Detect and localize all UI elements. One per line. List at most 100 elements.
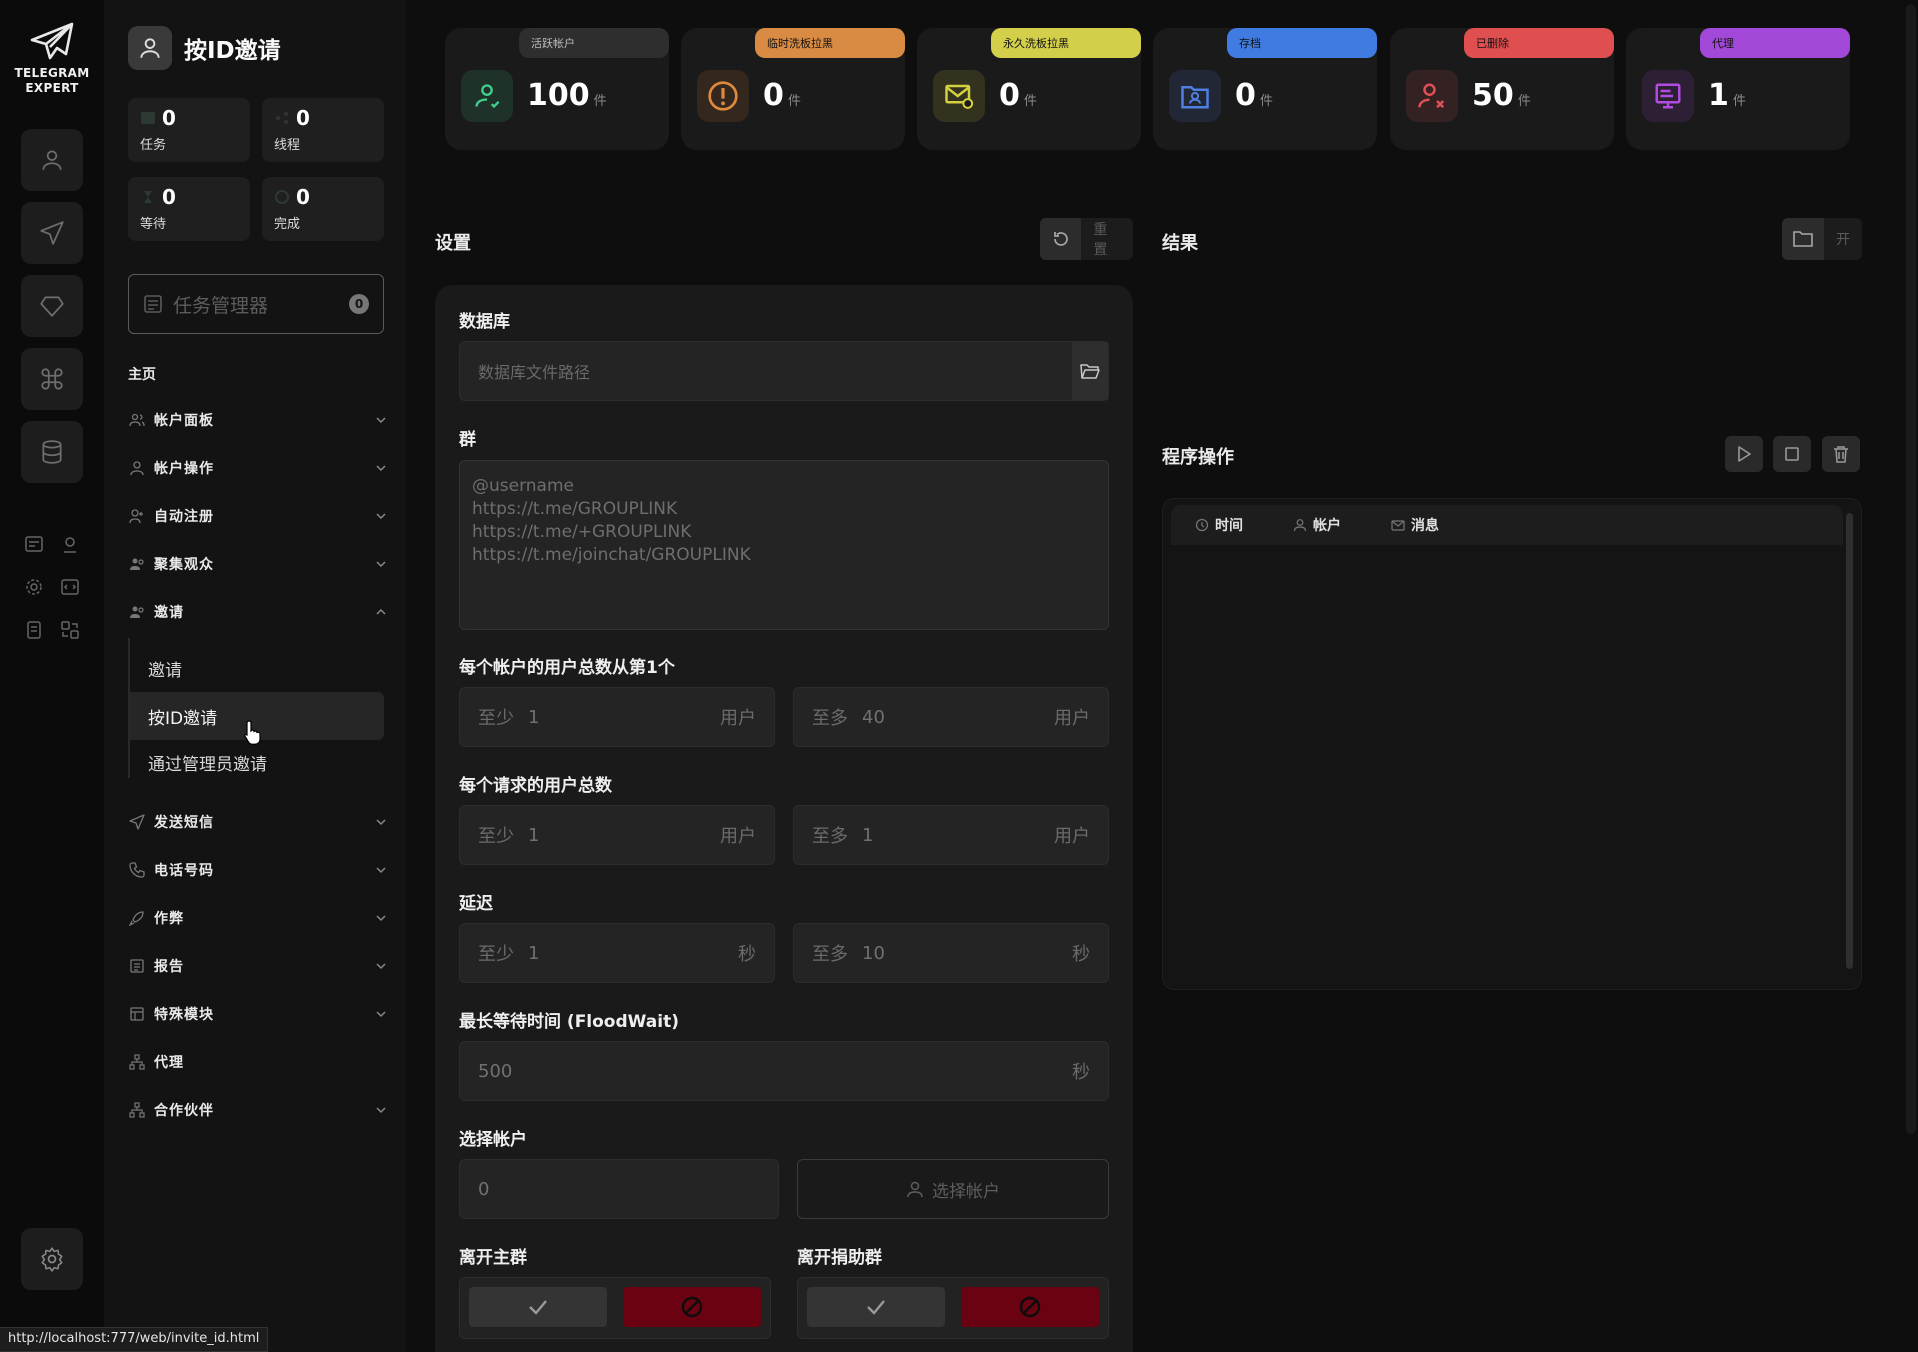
leave-main-no-button[interactable] — [623, 1287, 761, 1327]
rail-database-button[interactable] — [21, 421, 83, 483]
page-title: 按ID邀请 — [184, 38, 281, 64]
log-scrollbar[interactable] — [1846, 513, 1853, 969]
column-label: 时间 — [1215, 518, 1243, 534]
sub-item-invite[interactable]: 邀请 — [130, 644, 384, 692]
card-deleted[interactable]: 已删除 50 件 — [1390, 28, 1614, 150]
app-logo[interactable]: TELEGRAM EXPERT — [12, 22, 92, 96]
nav-item-reports[interactable]: 报告 — [128, 950, 388, 982]
column-account[interactable]: 帐户 — [1293, 515, 1341, 535]
nav-item-special-modules[interactable]: 特殊模块 — [128, 998, 388, 1030]
chevron-down-icon — [374, 1103, 388, 1117]
selected-accounts-count[interactable]: 0 — [459, 1159, 779, 1219]
chevron-down-icon — [374, 557, 388, 571]
card-tag: 代理 — [1700, 28, 1850, 58]
users-per-account-min-input[interactable]: 至少 1 用户 — [459, 687, 775, 747]
column-message[interactable]: 消息 — [1391, 515, 1439, 535]
rail-accounts-button[interactable] — [21, 129, 83, 191]
stat-label: 等待 — [140, 217, 167, 232]
card-active-accounts[interactable]: 活跃帐户 100 件 — [445, 28, 669, 150]
nav-label: 邀请 — [154, 605, 184, 621]
icon-rail: TELEGRAM EXPERT — [0, 0, 104, 1352]
column-label: 消息 — [1411, 518, 1439, 534]
chevron-down-icon — [374, 1007, 388, 1021]
sidebar: 按ID邀请 0 任务 0 线程 0 等待 0 完成 任务管理器 0 主页 帐户面… — [104, 0, 406, 1352]
users-per-request-min-input[interactable]: 至少 1 用户 — [459, 805, 775, 865]
nav-item-send-sms[interactable]: 发送短信 — [128, 806, 388, 838]
database-placeholder: 数据库文件路径 — [478, 363, 591, 382]
leave-donor-no-button[interactable] — [961, 1287, 1099, 1327]
mail-icon — [1391, 518, 1405, 532]
rail-premium-button[interactable] — [21, 275, 83, 337]
rail-mini-list-icon[interactable] — [21, 531, 47, 557]
rail-mini-code-icon[interactable] — [57, 574, 83, 600]
nav-item-proxy[interactable]: 代理 — [128, 1046, 388, 1078]
gear-icon — [39, 1246, 65, 1272]
user-plus-icon — [128, 507, 146, 525]
database-browse-button[interactable] — [1072, 342, 1108, 400]
nav-item-partners[interactable]: 合作伙伴 — [128, 1094, 388, 1126]
results-folder-button[interactable] — [1782, 218, 1824, 260]
users-per-account-max-input[interactable]: 至多 40 用户 — [793, 687, 1109, 747]
rail-settings-button[interactable] — [21, 1228, 83, 1290]
reset-icon-button[interactable] — [1040, 218, 1082, 260]
telegram-plane-icon — [12, 22, 92, 62]
nav-label: 帐户操作 — [154, 461, 214, 477]
logo-line-2: EXPERT — [25, 81, 79, 95]
nav-label: 特殊模块 — [154, 1007, 214, 1023]
delay-min-input[interactable]: 至少 1 秒 — [459, 923, 775, 983]
user-icon — [128, 459, 146, 477]
rocket-icon — [128, 909, 146, 927]
rail-mini-gear-icon[interactable] — [21, 574, 47, 600]
clear-button[interactable] — [1822, 436, 1860, 472]
users-group-icon — [128, 603, 146, 621]
settings-title: 设置 — [435, 233, 471, 254]
users-per-request-max-input[interactable]: 至多 1 用户 — [793, 805, 1109, 865]
nav-item-phone-numbers[interactable]: 电话号码 — [128, 854, 388, 886]
card-unit: 件 — [593, 94, 607, 109]
nav-label: 帐户面板 — [154, 413, 214, 429]
card-perm-ban[interactable]: 永久洗板拉黑 0件 — [917, 28, 1141, 150]
choose-accounts-button[interactable]: 选择帐户 — [797, 1159, 1109, 1219]
nav-item-invite[interactable]: 邀请 — [128, 596, 388, 628]
card-archive[interactable]: 存档 0件 — [1153, 28, 1377, 150]
card-temp-ban[interactable]: 临时洗板拉黑 0件 — [681, 28, 905, 150]
rail-command-button[interactable] — [21, 348, 83, 410]
rail-mini-location-icon[interactable] — [57, 531, 83, 557]
nav-item-cheat[interactable]: 作弊 — [128, 902, 388, 934]
users-group-icon — [128, 555, 146, 573]
delay-max-input[interactable]: 至多 10 秒 — [793, 923, 1109, 983]
stat-value: 0 — [296, 106, 310, 130]
column-time[interactable]: 时间 — [1195, 515, 1243, 535]
rail-mini-swap-icon[interactable] — [57, 617, 83, 643]
nav-item-account-panel[interactable]: 帐户面板 — [128, 404, 388, 436]
leave-main-yes-button[interactable] — [469, 1287, 607, 1327]
check-icon — [527, 1298, 549, 1316]
stat-label: 完成 — [274, 217, 301, 232]
nav-home[interactable]: 主页 — [128, 364, 156, 384]
rail-send-button[interactable] — [21, 202, 83, 264]
task-manager-button[interactable]: 任务管理器 0 — [128, 274, 384, 334]
leave-donor-yes-button[interactable] — [807, 1287, 945, 1327]
field-value: 1 — [862, 824, 874, 846]
card-proxy[interactable]: 代理 1件 — [1626, 28, 1850, 150]
nav-label: 电话号码 — [154, 863, 214, 879]
ban-icon — [1018, 1295, 1042, 1319]
results-open-button[interactable]: 开 — [1824, 218, 1862, 260]
stop-button[interactable] — [1773, 436, 1811, 472]
group-links-textarea[interactable]: @username https://t.me/GROUPLINK https:/… — [459, 460, 1109, 630]
stat-label: 任务 — [140, 138, 167, 153]
ban-icon — [680, 1295, 704, 1319]
nav-item-account-ops[interactable]: 帐户操作 — [128, 452, 388, 484]
rail-mini-doc-icon[interactable] — [21, 617, 47, 643]
floodwait-input[interactable]: 500 秒 — [459, 1041, 1109, 1101]
reset-button[interactable]: 重置 — [1081, 218, 1133, 260]
min-prefix: 至少 — [478, 944, 514, 965]
nav-item-auto-register[interactable]: 自动注册 — [128, 500, 388, 532]
start-button[interactable] — [1725, 436, 1763, 472]
sub-item-invite-admin[interactable]: 通过管理员邀请 — [130, 738, 384, 786]
page-scrollbar[interactable] — [1906, 4, 1916, 1134]
stat-tasks: 0 任务 — [128, 98, 250, 162]
database-path-input[interactable]: 数据库文件路径 — [459, 341, 1109, 401]
play-icon — [1737, 446, 1751, 462]
nav-item-gather-audience[interactable]: 聚集观众 — [128, 548, 388, 580]
